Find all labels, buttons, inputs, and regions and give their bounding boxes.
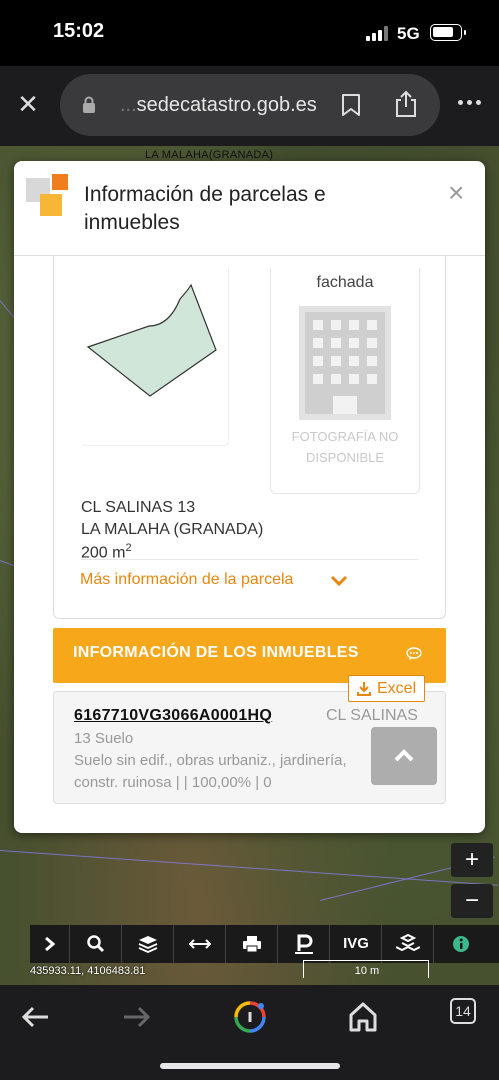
- chevron-down-icon[interactable]: [330, 575, 348, 587]
- dialog-title: Información de parcelas e inmuebles: [84, 183, 326, 234]
- catastro-logo-icon: [26, 174, 70, 218]
- divider: [81, 559, 418, 560]
- battery-icon: [430, 24, 466, 41]
- url-text: ...sedecatastro.gob.es: [120, 94, 317, 116]
- facade-photo-placeholder: fachada FOTOGRAFÍA NO DISPONIBLE: [270, 268, 420, 494]
- layers-icon[interactable]: [123, 925, 174, 963]
- zoom-in-button[interactable]: +: [451, 843, 493, 877]
- map-scale-bar: 10 m: [303, 960, 429, 978]
- map-coordinates: 435933.11, 4106483.81: [30, 965, 146, 977]
- forward-arrow-icon[interactable]: [114, 995, 158, 1039]
- cadastral-reference-link[interactable]: 6167710VG3066A0001HQ: [74, 707, 272, 725]
- map-place-label: LA MALAHA(GRANADA): [145, 149, 274, 161]
- print-icon[interactable]: [227, 925, 278, 963]
- map-toolbar: IVG: [30, 925, 499, 963]
- lock-icon: [83, 96, 95, 113]
- excel-export-button[interactable]: Excel: [348, 675, 425, 702]
- property-info-label: INFORMACIÓN DE LOS INMUEBLES: [73, 644, 359, 661]
- buildings-icon[interactable]: [383, 925, 434, 963]
- scale-label: 10 m: [354, 965, 380, 977]
- network-type: 5G: [397, 24, 420, 43]
- home-indicator: [160, 1063, 340, 1069]
- property-number-use: 13 Suelo: [74, 730, 134, 747]
- status-time: 15:02: [53, 20, 105, 42]
- zoom-out-button[interactable]: −: [451, 884, 493, 918]
- search-icon[interactable]: [71, 925, 122, 963]
- comment-icon: [406, 647, 422, 660]
- status-bar: 15:02 5G: [0, 0, 499, 66]
- url-bar[interactable]: ...sedecatastro.gob.es: [60, 74, 440, 136]
- tab-switcher-button[interactable]: 14: [450, 998, 476, 1024]
- property-street: CL SALINAS: [326, 707, 418, 724]
- dialog-close-button[interactable]: ×: [448, 179, 464, 207]
- back-arrow-icon[interactable]: [14, 995, 58, 1039]
- scroll-to-top-button[interactable]: [371, 727, 437, 785]
- browser-toolbar: ✕ ...sedecatastro.gob.es: [0, 66, 499, 146]
- measure-icon[interactable]: [175, 925, 226, 963]
- parcel-shape-image: [81, 268, 229, 446]
- expand-toolbar-icon[interactable]: [30, 925, 70, 963]
- close-tab-icon[interactable]: ✕: [14, 90, 42, 118]
- dialog-header: Información de parcelas e inmuebles ×: [14, 161, 485, 256]
- building-icon: [299, 306, 391, 420]
- no-photo-text: FOTOGRAFÍA NO DISPONIBLE: [291, 429, 399, 465]
- google-assistant-icon[interactable]: [228, 995, 272, 1039]
- property-share-details: constr. ruinosa | | 100,00% | 0: [74, 774, 272, 791]
- bookmark-icon[interactable]: [340, 93, 362, 117]
- parcel-address-street: CL SALINAS 13: [81, 499, 196, 516]
- parcel-address-town: LA MALAHA (GRANADA): [81, 521, 264, 538]
- more-options-icon[interactable]: [458, 100, 484, 108]
- signal-icon: [366, 26, 388, 41]
- ivg-tool-button[interactable]: IVG: [331, 925, 382, 963]
- share-icon[interactable]: [393, 90, 419, 118]
- chevron-up-icon: [394, 749, 414, 762]
- more-parcel-info-link[interactable]: Más información de la parcela: [80, 571, 293, 589]
- parking-icon[interactable]: [279, 925, 330, 963]
- info-icon[interactable]: [435, 925, 486, 963]
- property-use-description: Suelo sin edif., obras urbaniz., jardine…: [74, 752, 347, 769]
- download-icon: [357, 682, 371, 696]
- property-card: Excel 6167710VG3066A0001HQ CL SALINAS 13…: [53, 675, 446, 804]
- parcel-card: fachada FOTOGRAFÍA NO DISPONIBLE CL SALI…: [53, 256, 446, 619]
- browser-bottom-nav: 14: [0, 985, 499, 1080]
- excel-label: Excel: [377, 680, 417, 697]
- facade-label: fachada: [316, 274, 374, 291]
- home-icon[interactable]: [341, 995, 385, 1039]
- parcel-info-dialog: Información de parcelas e inmuebles × fa…: [14, 161, 485, 833]
